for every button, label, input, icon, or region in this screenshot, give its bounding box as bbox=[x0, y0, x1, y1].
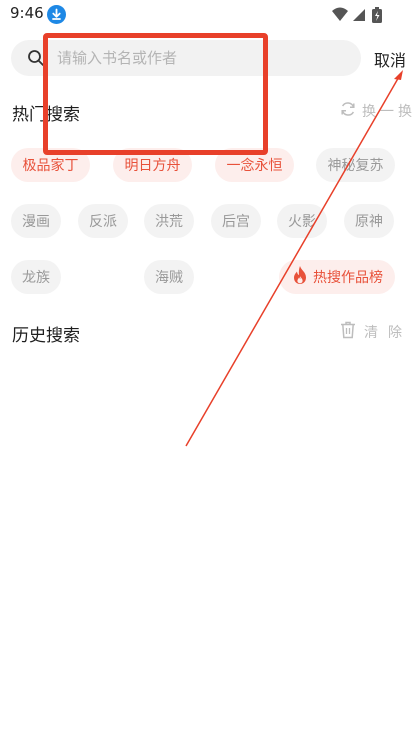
hot-tag[interactable]: 洪荒 bbox=[144, 204, 194, 238]
wifi-icon bbox=[332, 7, 348, 21]
search-input[interactable] bbox=[57, 48, 347, 68]
refresh-icon bbox=[340, 101, 356, 121]
refresh-button[interactable]: 换一换 bbox=[340, 101, 416, 121]
clear-history-button[interactable]: 清除 bbox=[340, 321, 412, 343]
hot-tag[interactable]: 漫画 bbox=[11, 204, 61, 238]
search-box[interactable] bbox=[11, 40, 361, 76]
hot-tag[interactable]: 反派 bbox=[78, 204, 128, 238]
status-icons bbox=[332, 7, 382, 23]
hot-tag[interactable]: 极品家丁 bbox=[11, 148, 90, 182]
signal-icon bbox=[353, 9, 365, 21]
hot-tag[interactable]: 后宫 bbox=[211, 204, 261, 238]
search-icon bbox=[27, 49, 45, 67]
hot-tag[interactable]: 一念永恒 bbox=[215, 148, 294, 182]
refresh-label: 换一换 bbox=[362, 104, 416, 120]
clear-history-label: 清除 bbox=[364, 325, 412, 341]
hot-tag[interactable]: 神秘复苏 bbox=[316, 148, 395, 182]
hot-tag[interactable]: 明日方舟 bbox=[113, 148, 192, 182]
hot-tag[interactable]: 火影 bbox=[277, 204, 327, 238]
hot-tag[interactable]: 海贼 bbox=[144, 260, 194, 294]
hot-search-title: 热门搜索 bbox=[12, 105, 80, 125]
hot-ranking-button[interactable]: 热搜作品榜 bbox=[279, 260, 395, 294]
flame-icon bbox=[291, 265, 309, 289]
cancel-button[interactable]: 取消 bbox=[374, 47, 406, 71]
download-badge-icon bbox=[47, 5, 66, 24]
status-bar: 9:46 bbox=[0, 0, 418, 30]
hot-ranking-label: 热搜作品榜 bbox=[313, 270, 383, 286]
hot-tag[interactable]: 龙族 bbox=[11, 260, 61, 294]
battery-icon bbox=[372, 7, 382, 23]
trash-icon bbox=[340, 321, 356, 343]
status-time: 9:46 bbox=[10, 4, 44, 22]
hot-tag[interactable]: 原神 bbox=[344, 204, 394, 238]
history-title: 历史搜索 bbox=[12, 326, 80, 346]
